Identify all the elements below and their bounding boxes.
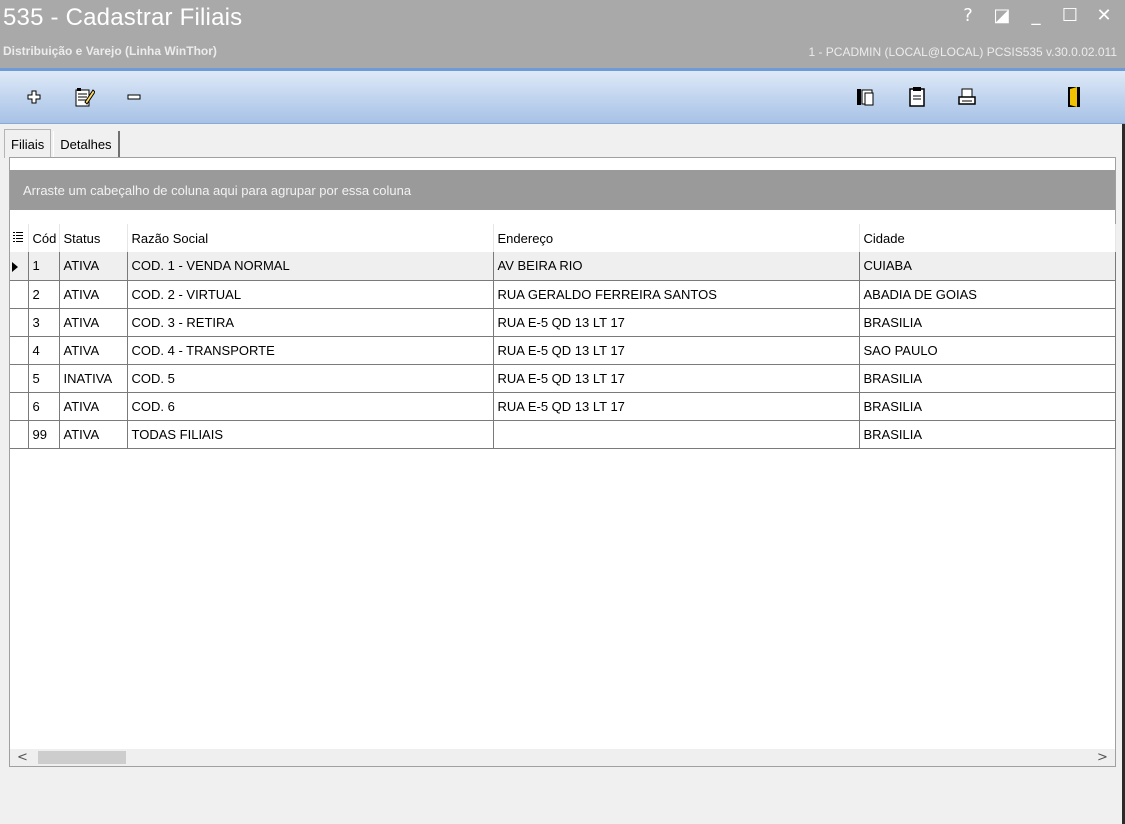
cell-razao-social[interactable]: COD. 6 [127,392,494,421]
scroll-right-button[interactable]: > [1094,749,1111,766]
cell-endereco[interactable]: RUA E-5 QD 13 LT 17 [493,308,860,337]
table-row[interactable]: 5 INATIVA COD. 5 RUA E-5 QD 13 LT 17 BRA… [10,364,1116,393]
column-header-status[interactable]: Status [59,224,128,252]
remove-icon [127,94,141,100]
cell-cod[interactable]: 4 [28,336,60,365]
scroll-thumb[interactable] [38,751,126,764]
cell-cidade[interactable]: BRASILIA [859,364,1116,393]
cell-endereco[interactable]: RUA E-5 QD 13 LT 17 [493,336,860,365]
cell-cod[interactable]: 5 [28,364,60,393]
title-bar: 535 - Cadastrar Filiais Distribuição e V… [0,0,1125,68]
cell-status[interactable]: ATIVA [59,280,128,309]
tab-detalhes[interactable]: Detalhes [53,131,120,157]
cell-cidade[interactable]: ABADIA DE GOIAS [859,280,1116,309]
cell-razao-social[interactable]: COD. 5 [127,364,494,393]
cell-razao-social[interactable]: COD. 4 - TRANSPORTE [127,336,494,365]
window-controls: ? ◪ _ ☐ ✕ [957,4,1115,26]
exit-button[interactable] [1062,85,1086,109]
print-icon [958,88,976,105]
cell-cidade[interactable]: BRASILIA [859,308,1116,337]
cell-endereco[interactable]: AV BEIRA RIO [493,252,860,281]
cell-cidade[interactable]: SAO PAULO [859,336,1116,365]
toolbar [0,68,1125,124]
report-icon [909,87,925,107]
table-row[interactable]: 99 ATIVA TODAS FILIAIS BRASILIA [10,420,1116,449]
remove-button[interactable] [122,85,146,109]
table-row[interactable]: 4 ATIVA COD. 4 - TRANSPORTE RUA E-5 QD 1… [10,336,1116,365]
column-header-cidade[interactable]: Cidade [859,224,1116,252]
row-indicator [10,336,29,365]
column-header-endereco[interactable]: Endereço [493,224,860,252]
help-button[interactable]: ? [957,4,979,26]
cell-razao-social[interactable]: COD. 2 - VIRTUAL [127,280,494,309]
column-chooser-icon[interactable] [10,224,29,252]
tab-filiais[interactable]: Filiais [4,129,52,158]
close-button[interactable]: ✕ [1093,4,1115,26]
cell-razao-social[interactable]: TODAS FILIAIS [127,420,494,449]
table-row[interactable]: 3 ATIVA COD. 3 - RETIRA RUA E-5 QD 13 LT… [10,308,1116,337]
row-indicator [10,308,29,337]
add-button[interactable] [22,85,46,109]
table-row[interactable]: 2 ATIVA COD. 2 - VIRTUAL RUA GERALDO FER… [10,280,1116,309]
copy-icon [857,89,874,106]
table-row[interactable]: 6 ATIVA COD. 6 RUA E-5 QD 13 LT 17 BRASI… [10,392,1116,421]
cell-cod[interactable]: 1 [28,252,60,281]
cell-status[interactable]: ATIVA [59,308,128,337]
report-button[interactable] [905,85,929,109]
cell-cidade[interactable]: BRASILIA [859,392,1116,421]
cell-status[interactable]: ATIVA [59,420,128,449]
cell-razao-social[interactable]: COD. 1 - VENDA NORMAL [127,252,494,281]
row-indicator [10,392,29,421]
add-icon [27,90,41,104]
cell-status[interactable]: ATIVA [59,392,128,421]
exit-icon [1068,87,1080,107]
cell-status[interactable]: ATIVA [59,252,128,281]
cell-status[interactable]: ATIVA [59,336,128,365]
current-row-arrow-icon [12,261,18,272]
cell-endereco[interactable]: RUA E-5 QD 13 LT 17 [493,364,860,393]
edit-icon [75,88,95,107]
cell-cidade[interactable]: BRASILIA [859,420,1116,449]
session-info: 1 - PCADMIN (LOCAL@LOCAL) PCSIS535 v.30.… [808,45,1117,59]
cell-endereco[interactable]: RUA GERALDO FERREIRA SANTOS [493,280,860,309]
row-indicator [10,280,29,309]
cell-status[interactable]: INATIVA [59,364,128,393]
row-indicator [10,420,29,449]
table-row[interactable]: 1 ATIVA COD. 1 - VENDA NORMAL AV BEIRA R… [10,252,1116,281]
tab-strip: Filiais Detalhes [4,129,120,158]
row-indicator [10,364,29,393]
cell-cidade[interactable]: CUIABA [859,252,1116,281]
group-by-panel[interactable]: Arraste um cabeçalho de coluna aqui para… [10,170,1115,210]
cell-cod[interactable]: 99 [28,420,60,449]
restore-button[interactable]: ◪ [991,4,1013,26]
header-row: Cód Status Razão Social Endereço Cidade [10,224,1116,252]
copy-button[interactable] [853,85,877,109]
cell-razao-social[interactable]: COD. 3 - RETIRA [127,308,494,337]
branches-table: Cód Status Razão Social Endereço Cidade … [10,224,1116,449]
window-subtitle: Distribuição e Varejo (Linha WinThor) [3,44,217,58]
cell-cod[interactable]: 6 [28,392,60,421]
cell-endereco[interactable]: RUA E-5 QD 13 LT 17 [493,392,860,421]
edit-button[interactable] [72,85,96,109]
column-header-razao-social[interactable]: Razão Social [127,224,494,252]
maximize-button[interactable]: ☐ [1059,4,1081,26]
scroll-left-button[interactable]: < [14,749,31,766]
data-grid: Arraste um cabeçalho de coluna aqui para… [9,157,1116,767]
print-button[interactable] [955,85,979,109]
cell-endereco[interactable] [493,420,860,449]
cell-cod[interactable]: 3 [28,308,60,337]
cell-cod[interactable]: 2 [28,280,60,309]
column-header-cod[interactable]: Cód [28,224,60,252]
minimize-button[interactable]: _ [1025,4,1047,26]
window-title: 535 - Cadastrar Filiais [3,4,243,31]
row-indicator [10,252,29,281]
horizontal-scrollbar[interactable]: < > [10,749,1115,766]
